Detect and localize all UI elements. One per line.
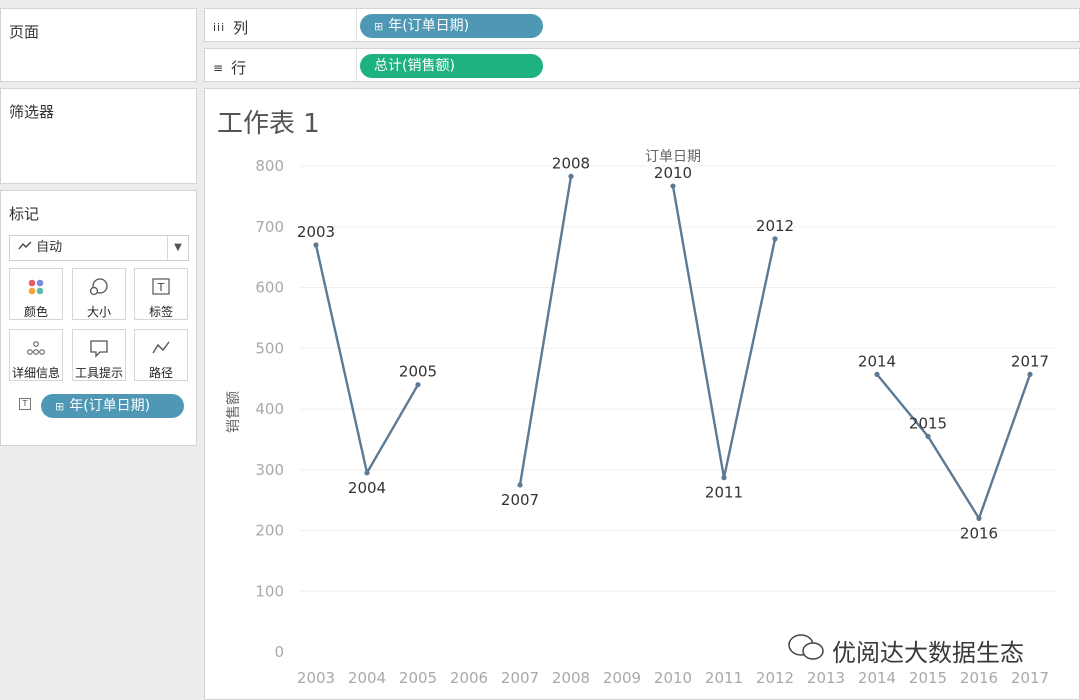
color-dots-icon bbox=[10, 277, 62, 297]
columns-shelf: iii 列 ⊞ 年(订单日期) bbox=[204, 8, 1080, 42]
color-button-label: 颜色 bbox=[23, 305, 48, 319]
size-button-label: 大小 bbox=[86, 305, 111, 319]
tooltip-button-label: 工具提示 bbox=[74, 366, 123, 380]
marks-card-title: 标记 bbox=[9, 205, 40, 223]
marks-card: 标记 自动 ▼ 颜色 大小 T 标签 详细信息 工具提示 路径 T ⊞ 年(订单… bbox=[0, 190, 197, 446]
expand-plus-icon: ⊞ bbox=[55, 400, 65, 413]
pages-card-title: 页面 bbox=[9, 23, 40, 41]
label-icon: T bbox=[135, 277, 187, 297]
chevron-down-icon[interactable]: ▼ bbox=[167, 236, 188, 260]
filters-card-title: 筛选器 bbox=[9, 103, 55, 121]
label-field-pill-text: 年(订单日期) bbox=[69, 398, 151, 414]
shelf-divider bbox=[356, 9, 357, 41]
rows-shelf-label: ≡ 行 bbox=[213, 57, 246, 78]
shelf-divider bbox=[356, 49, 357, 81]
pages-card: 页面 bbox=[0, 8, 197, 82]
rows-pill[interactable]: 总计(销售额) bbox=[360, 54, 543, 78]
tooltip-icon bbox=[73, 338, 125, 358]
columns-pill[interactable]: ⊞ 年(订单日期) bbox=[360, 14, 543, 38]
expand-plus-icon: ⊞ bbox=[374, 20, 384, 33]
mark-type-value: 自动 bbox=[36, 240, 63, 255]
svg-text:T: T bbox=[157, 281, 165, 294]
path-button[interactable]: 路径 bbox=[134, 329, 188, 381]
rows-icon: ≡ bbox=[213, 60, 224, 75]
wechat-icon bbox=[786, 632, 826, 668]
rows-shelf-text: 行 bbox=[231, 59, 247, 77]
tooltip-button[interactable]: 工具提示 bbox=[72, 329, 126, 381]
label-field-pill[interactable]: ⊞ 年(订单日期) bbox=[41, 394, 184, 418]
color-button[interactable]: 颜色 bbox=[9, 268, 63, 320]
path-icon bbox=[135, 338, 187, 358]
label-button-label: 标签 bbox=[148, 305, 173, 319]
path-button-label: 路径 bbox=[148, 366, 173, 380]
detail-button[interactable]: 详细信息 bbox=[9, 329, 63, 381]
label-field-icon: T bbox=[19, 398, 31, 410]
detail-button-label: 详细信息 bbox=[11, 366, 60, 380]
columns-shelf-label: iii 列 bbox=[213, 17, 248, 38]
columns-icon: iii bbox=[213, 21, 226, 34]
worksheet-view: 工作表 1 bbox=[204, 88, 1080, 700]
columns-pill-text: 年(订单日期) bbox=[388, 18, 470, 34]
label-field-row: T ⊞ 年(订单日期) bbox=[9, 393, 191, 419]
size-button[interactable]: 大小 bbox=[72, 268, 126, 320]
filters-card[interactable]: 筛选器 bbox=[0, 88, 197, 184]
columns-shelf-text: 列 bbox=[233, 19, 249, 37]
label-button[interactable]: T 标签 bbox=[134, 268, 188, 320]
watermark: 优阅达大数据生态 bbox=[786, 632, 1024, 668]
rows-shelf: ≡ 行 总计(销售额) bbox=[204, 48, 1080, 82]
size-icon bbox=[73, 277, 125, 297]
sheet-title: 工作表 1 bbox=[217, 109, 320, 139]
mark-type-line-icon bbox=[18, 236, 32, 260]
mark-type-dropdown[interactable]: 自动 ▼ bbox=[9, 235, 189, 261]
rows-pill-text: 总计(销售额) bbox=[374, 58, 455, 74]
watermark-text: 优阅达大数据生态 bbox=[832, 638, 1024, 667]
detail-icon bbox=[10, 338, 62, 358]
